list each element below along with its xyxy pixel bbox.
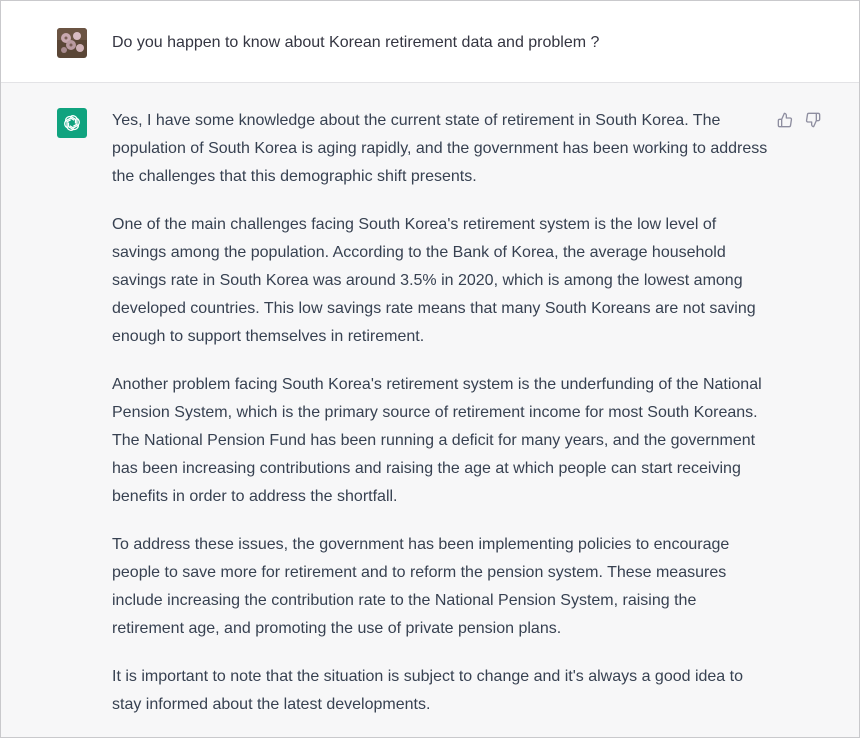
user-message-text: Do you happen to know about Korean retir… bbox=[112, 34, 600, 51]
assistant-message-row: Yes, I have some knowledge about the cur… bbox=[1, 83, 859, 737]
message-paragraph: To address these issues, the government … bbox=[112, 536, 730, 637]
thumbs-down-icon[interactable] bbox=[804, 111, 822, 129]
thumbs-up-icon[interactable] bbox=[776, 111, 794, 129]
user-avatar bbox=[57, 28, 87, 58]
message-paragraph: Yes, I have some knowledge about the cur… bbox=[112, 112, 768, 185]
assistant-message-text: Yes, I have some knowledge about the cur… bbox=[112, 107, 772, 739]
message-paragraph: Another problem facing South Korea's ret… bbox=[112, 376, 762, 505]
message-paragraph: One of the main challenges facing South … bbox=[112, 216, 756, 345]
user-message-row: Do you happen to know about Korean retir… bbox=[1, 1, 859, 83]
message-paragraph: It is important to note that the situati… bbox=[112, 668, 743, 713]
openai-logo-icon bbox=[57, 108, 87, 138]
